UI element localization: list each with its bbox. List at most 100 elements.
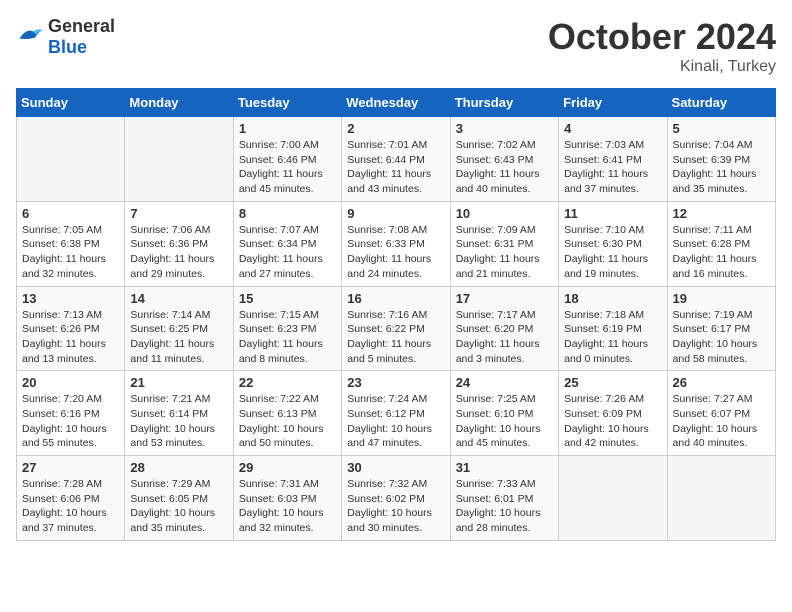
calendar-cell: 16 Sunrise: 7:16 AM Sunset: 6:22 PM Dayli…: [342, 286, 450, 371]
calendar-week-row: 20Sunrise: 7:20 AM Sunset: 6:16 PM Dayli…: [17, 371, 776, 456]
cell-info: Sunrise: 7:31 AM Sunset: 6:03 PM Dayligh…: [239, 477, 336, 536]
day-number: 28: [130, 460, 227, 475]
logo: General Blue: [16, 16, 115, 58]
cell-info: Sunrise: 7:32 AM Sunset: 6:02 PM Dayligh…: [347, 477, 444, 536]
logo-bird-icon: [16, 24, 44, 46]
day-number: 24: [456, 375, 553, 390]
calendar-cell: 5 Sunrise: 7:04 AM Sunset: 6:39 PM Daylig…: [667, 117, 775, 202]
day-number: 9: [347, 206, 444, 221]
cell-info: Sunrise: 7:28 AM Sunset: 6:06 PM Dayligh…: [22, 477, 119, 536]
day-number: 23: [347, 375, 444, 390]
day-of-week-header: Wednesday: [342, 89, 450, 117]
cell-info: Sunrise: 7:07 AM Sunset: 6:34 PM Dayligh…: [239, 223, 336, 282]
calendar-week-row: 1 Sunrise: 7:00 AM Sunset: 6:46 PM Daylig…: [17, 117, 776, 202]
cell-info: Sunrise: 7:16 AM Sunset: 6:22 PM Dayligh…: [347, 308, 444, 367]
cell-info: Sunrise: 7:27 AM Sunset: 6:07 PM Dayligh…: [673, 392, 770, 451]
month-title: October 2024: [548, 16, 776, 58]
cell-info: Sunrise: 7:29 AM Sunset: 6:05 PM Dayligh…: [130, 477, 227, 536]
day-of-week-header: Thursday: [450, 89, 558, 117]
cell-info: Sunrise: 7:00 AM Sunset: 6:46 PM Dayligh…: [239, 138, 336, 197]
calendar-cell: 6Sunrise: 7:05 AM Sunset: 6:38 PM Daylig…: [17, 201, 125, 286]
day-number: 12: [673, 206, 770, 221]
cell-info: Sunrise: 7:19 AM Sunset: 6:17 PM Dayligh…: [673, 308, 770, 367]
day-of-week-header: Friday: [559, 89, 667, 117]
calendar-cell: 1 Sunrise: 7:00 AM Sunset: 6:46 PM Daylig…: [233, 117, 341, 202]
cell-info: Sunrise: 7:26 AM Sunset: 6:09 PM Dayligh…: [564, 392, 661, 451]
cell-info: Sunrise: 7:04 AM Sunset: 6:39 PM Dayligh…: [673, 138, 770, 197]
cell-info: Sunrise: 7:14 AM Sunset: 6:25 PM Dayligh…: [130, 308, 227, 367]
cell-info: Sunrise: 7:13 AM Sunset: 6:26 PM Dayligh…: [22, 308, 119, 367]
calendar-cell: 30 Sunrise: 7:32 AM Sunset: 6:02 PM Dayli…: [342, 456, 450, 541]
day-of-week-header: Sunday: [17, 89, 125, 117]
day-number: 4: [564, 121, 661, 136]
day-number: 10: [456, 206, 553, 221]
day-number: 5: [673, 121, 770, 136]
day-number: 13: [22, 291, 119, 306]
day-of-week-header: Tuesday: [233, 89, 341, 117]
cell-info: Sunrise: 7:25 AM Sunset: 6:10 PM Dayligh…: [456, 392, 553, 451]
calendar-table: SundayMondayTuesdayWednesdayThursdayFrid…: [16, 88, 776, 541]
cell-info: Sunrise: 7:05 AM Sunset: 6:38 PM Dayligh…: [22, 223, 119, 282]
cell-info: Sunrise: 7:03 AM Sunset: 6:41 PM Dayligh…: [564, 138, 661, 197]
calendar-cell: 10Sunrise: 7:09 AM Sunset: 6:31 PM Dayli…: [450, 201, 558, 286]
calendar-cell: 24 Sunrise: 7:25 AM Sunset: 6:10 PM Dayli…: [450, 371, 558, 456]
day-number: 19: [673, 291, 770, 306]
day-number: 16: [347, 291, 444, 306]
cell-info: Sunrise: 7:20 AM Sunset: 6:16 PM Dayligh…: [22, 392, 119, 451]
calendar-cell: 29 Sunrise: 7:31 AM Sunset: 6:03 PM Dayli…: [233, 456, 341, 541]
cell-info: Sunrise: 7:10 AM Sunset: 6:30 PM Dayligh…: [564, 223, 661, 282]
day-number: 8: [239, 206, 336, 221]
day-number: 15: [239, 291, 336, 306]
calendar-cell: 9Sunrise: 7:08 AM Sunset: 6:33 PM Daylig…: [342, 201, 450, 286]
calendar-cell: 14 Sunrise: 7:14 AM Sunset: 6:25 PM Dayli…: [125, 286, 233, 371]
cell-info: Sunrise: 7:17 AM Sunset: 6:20 PM Dayligh…: [456, 308, 553, 367]
calendar-cell: [559, 456, 667, 541]
logo-general-text: General: [48, 16, 115, 36]
calendar-cell: 11 Sunrise: 7:10 AM Sunset: 6:30 PM Dayli…: [559, 201, 667, 286]
cell-info: Sunrise: 7:21 AM Sunset: 6:14 PM Dayligh…: [130, 392, 227, 451]
calendar-cell: 12 Sunrise: 7:11 AM Sunset: 6:28 PM Dayli…: [667, 201, 775, 286]
day-number: 11: [564, 206, 661, 221]
cell-info: Sunrise: 7:24 AM Sunset: 6:12 PM Dayligh…: [347, 392, 444, 451]
title-block: October 2024 Kinali, Turkey: [548, 16, 776, 76]
calendar-cell: 3 Sunrise: 7:02 AM Sunset: 6:43 PM Daylig…: [450, 117, 558, 202]
calendar-cell: [125, 117, 233, 202]
day-number: 26: [673, 375, 770, 390]
calendar-week-row: 6Sunrise: 7:05 AM Sunset: 6:38 PM Daylig…: [17, 201, 776, 286]
calendar-cell: 23 Sunrise: 7:24 AM Sunset: 6:12 PM Dayli…: [342, 371, 450, 456]
calendar-cell: 2 Sunrise: 7:01 AM Sunset: 6:44 PM Daylig…: [342, 117, 450, 202]
calendar-cell: 31 Sunrise: 7:33 AM Sunset: 6:01 PM Dayli…: [450, 456, 558, 541]
calendar-cell: [17, 117, 125, 202]
day-number: 25: [564, 375, 661, 390]
calendar-cell: 25 Sunrise: 7:26 AM Sunset: 6:09 PM Dayli…: [559, 371, 667, 456]
day-number: 22: [239, 375, 336, 390]
day-number: 27: [22, 460, 119, 475]
day-of-week-header: Saturday: [667, 89, 775, 117]
calendar-header-row: SundayMondayTuesdayWednesdayThursdayFrid…: [17, 89, 776, 117]
calendar-cell: [667, 456, 775, 541]
day-of-week-header: Monday: [125, 89, 233, 117]
day-number: 30: [347, 460, 444, 475]
calendar-cell: 28 Sunrise: 7:29 AM Sunset: 6:05 PM Dayli…: [125, 456, 233, 541]
day-number: 31: [456, 460, 553, 475]
cell-info: Sunrise: 7:22 AM Sunset: 6:13 PM Dayligh…: [239, 392, 336, 451]
cell-info: Sunrise: 7:01 AM Sunset: 6:44 PM Dayligh…: [347, 138, 444, 197]
calendar-cell: 17Sunrise: 7:17 AM Sunset: 6:20 PM Dayli…: [450, 286, 558, 371]
cell-info: Sunrise: 7:11 AM Sunset: 6:28 PM Dayligh…: [673, 223, 770, 282]
calendar-cell: 13 Sunrise: 7:13 AM Sunset: 6:26 PM Dayli…: [17, 286, 125, 371]
calendar-cell: 22 Sunrise: 7:22 AM Sunset: 6:13 PM Dayli…: [233, 371, 341, 456]
day-number: 14: [130, 291, 227, 306]
calendar-week-row: 27 Sunrise: 7:28 AM Sunset: 6:06 PM Dayli…: [17, 456, 776, 541]
calendar-cell: 15Sunrise: 7:15 AM Sunset: 6:23 PM Dayli…: [233, 286, 341, 371]
day-number: 18: [564, 291, 661, 306]
calendar-cell: 18Sunrise: 7:18 AM Sunset: 6:19 PM Dayli…: [559, 286, 667, 371]
day-number: 1: [239, 121, 336, 136]
calendar-cell: 7Sunrise: 7:06 AM Sunset: 6:36 PM Daylig…: [125, 201, 233, 286]
day-number: 7: [130, 206, 227, 221]
day-number: 2: [347, 121, 444, 136]
day-number: 3: [456, 121, 553, 136]
cell-info: Sunrise: 7:02 AM Sunset: 6:43 PM Dayligh…: [456, 138, 553, 197]
cell-info: Sunrise: 7:33 AM Sunset: 6:01 PM Dayligh…: [456, 477, 553, 536]
day-number: 29: [239, 460, 336, 475]
calendar-cell: 27 Sunrise: 7:28 AM Sunset: 6:06 PM Dayli…: [17, 456, 125, 541]
